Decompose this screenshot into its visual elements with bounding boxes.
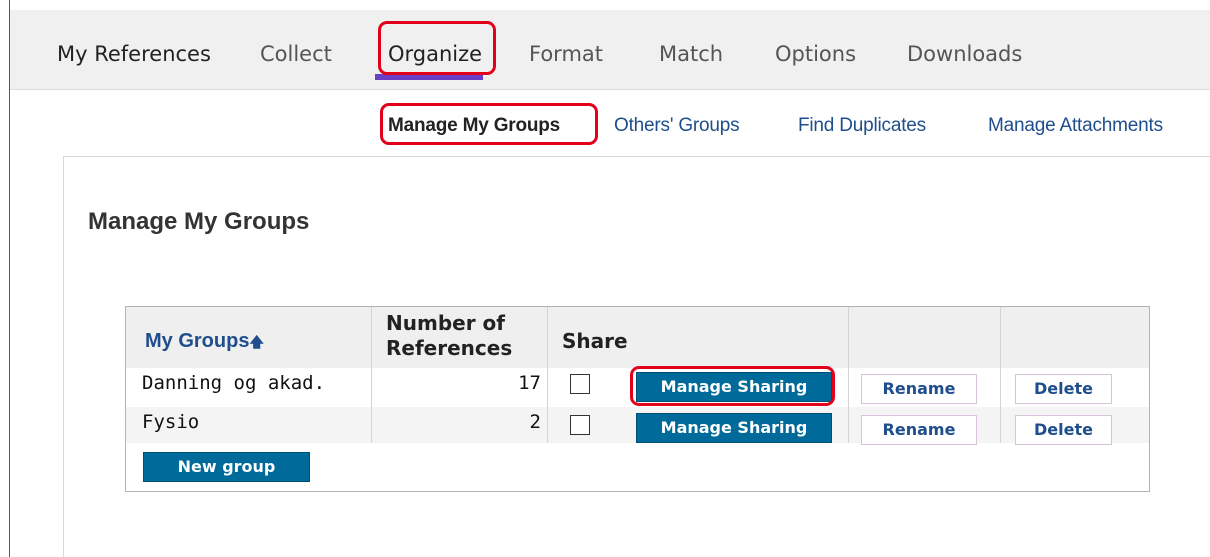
group-reference-count: 2 — [529, 411, 541, 433]
highlight-manage-my-groups — [380, 103, 598, 145]
share-checkbox[interactable] — [570, 374, 590, 394]
highlight-organize-tab — [378, 21, 496, 75]
header-my-groups-label: My Groups — [145, 330, 250, 352]
header-number-of-references: Number of References — [386, 311, 512, 361]
group-name[interactable]: Fysio — [142, 411, 199, 433]
new-group-button[interactable]: New group — [143, 452, 310, 482]
sort-ascending-icon: 🡅 — [249, 334, 264, 350]
subnav-others-groups[interactable]: Others' Groups — [614, 115, 740, 137]
header-refs-line1: Number of — [386, 311, 505, 335]
rename-button[interactable]: Rename — [861, 415, 977, 445]
highlight-manage-sharing — [630, 366, 835, 406]
header-my-groups[interactable]: My Groups🡅 — [145, 330, 264, 356]
group-name[interactable]: Danning og akad. — [142, 372, 325, 394]
header-share: Share — [562, 329, 628, 353]
header-refs-line2: References — [386, 336, 513, 360]
tab-my-references[interactable]: My References — [57, 42, 211, 66]
column-divider — [547, 307, 548, 443]
tab-options[interactable]: Options — [775, 42, 856, 66]
column-divider — [848, 307, 849, 443]
tab-format[interactable]: Format — [529, 42, 603, 66]
delete-button[interactable]: Delete — [1015, 415, 1112, 445]
tab-downloads[interactable]: Downloads — [907, 42, 1022, 66]
page-title: Manage My Groups — [88, 208, 310, 235]
manage-sharing-button[interactable]: Manage Sharing — [636, 413, 832, 443]
column-divider — [371, 307, 372, 443]
group-reference-count: 17 — [518, 372, 541, 394]
delete-button[interactable]: Delete — [1015, 374, 1112, 404]
tab-match[interactable]: Match — [659, 42, 723, 66]
share-checkbox[interactable] — [570, 415, 590, 435]
subnav-find-duplicates[interactable]: Find Duplicates — [798, 115, 926, 137]
rename-button[interactable]: Rename — [861, 374, 977, 404]
subnav-manage-attachments[interactable]: Manage Attachments — [988, 115, 1163, 137]
top-nav: My References Collect Organize Format Ma… — [10, 10, 1210, 90]
tab-collect[interactable]: Collect — [260, 42, 332, 66]
table-header-row — [126, 307, 1149, 368]
column-divider — [1000, 307, 1001, 443]
